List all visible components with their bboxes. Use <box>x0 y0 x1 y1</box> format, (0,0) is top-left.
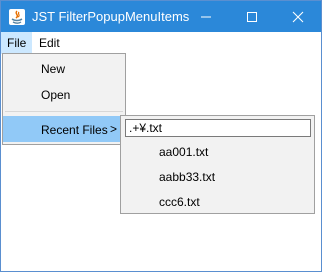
title-bar[interactable]: JST FilterPopupMenuItems <box>1 1 321 32</box>
menu-file[interactable]: File <box>1 32 32 54</box>
menu-item-recent-files[interactable]: Recent Files > <box>3 116 125 142</box>
minimize-icon <box>201 16 211 18</box>
menu-file-label: File <box>7 36 27 50</box>
menu-item-recent-files-label: Recent Files <box>41 123 108 137</box>
menu-separator <box>5 111 123 112</box>
menu-item-new-label: New <box>41 62 66 76</box>
recent-file-item[interactable]: aa001.txt <box>121 139 314 164</box>
maximize-button[interactable] <box>229 1 275 32</box>
menu-item-open[interactable]: Open <box>3 82 125 107</box>
file-menu-popup: New Open Recent Files > <box>2 53 126 145</box>
menu-bar: File Edit <box>1 32 321 54</box>
recent-file-label: aa001.txt <box>159 145 209 159</box>
recent-file-item[interactable]: ccc6.txt <box>121 189 314 214</box>
menu-item-new[interactable]: New <box>3 56 125 81</box>
recent-file-label: aabb33.txt <box>159 170 216 184</box>
maximize-icon <box>247 12 257 22</box>
menu-edit[interactable]: Edit <box>34 32 64 54</box>
recent-file-label: ccc6.txt <box>159 195 200 209</box>
filter-input[interactable] <box>125 119 311 137</box>
close-button[interactable] <box>275 1 321 32</box>
close-icon <box>292 11 304 23</box>
menu-edit-label: Edit <box>39 36 60 50</box>
menu-item-open-label: Open <box>41 88 71 102</box>
window-title: JST FilterPopupMenuItems <box>32 9 190 24</box>
recent-file-item[interactable]: aabb33.txt <box>121 164 314 189</box>
submenu-arrow-icon: > <box>110 122 118 136</box>
recent-files-submenu: aa001.txt aabb33.txt ccc6.txt <box>120 115 315 214</box>
minimize-button[interactable] <box>183 1 229 32</box>
java-app-icon <box>8 8 26 26</box>
